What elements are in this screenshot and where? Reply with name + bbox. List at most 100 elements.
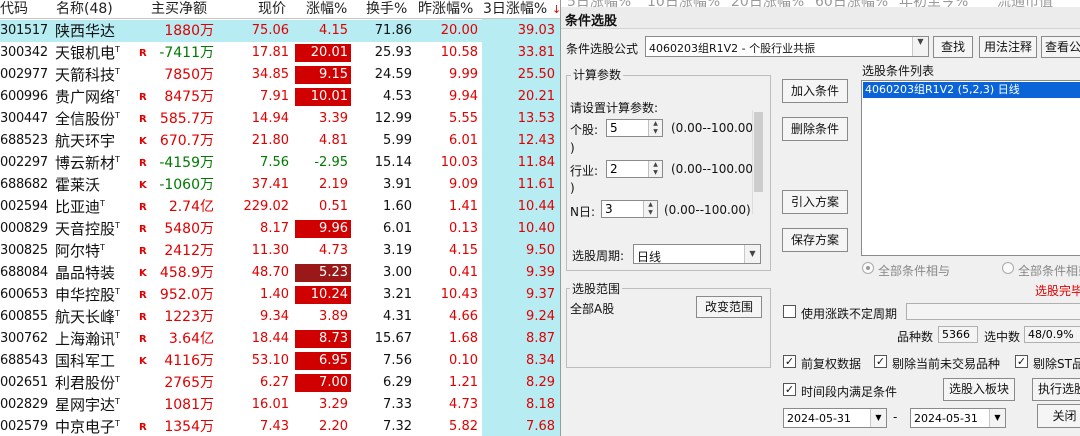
date-separator: - [893, 410, 898, 424]
param-ndays-label: N日: [570, 205, 596, 219]
date-to-picker[interactable]: 2024-05-31 ▼ [910, 408, 1006, 428]
turnover-rate: 4.31 [383, 309, 412, 324]
table-row[interactable]: 002579 中京电子T R 1354万 7.43 2.20 7.32 5.82 7.68 [0, 416, 560, 436]
stock-flag-badge: K [139, 356, 147, 367]
chevron-down-icon: ▼ [989, 409, 1005, 427]
condition-list-item[interactable]: 4060203组R1V2 (5,2,3) 日线 [863, 82, 1080, 98]
table-row[interactable]: 300762 上海瀚讯T R 3.64亿 18.44 8.73 15.67 1.68 8.87 [0, 328, 560, 350]
three-day-change: 8.34 [526, 353, 555, 368]
pre-adjust-checkbox[interactable]: ✓ [783, 355, 796, 368]
param-ndays-spinner[interactable]: 3 ▲ ▼ [601, 200, 658, 218]
spin-up-icon[interactable]: ▲ [649, 120, 662, 128]
spin-down-icon[interactable]: ▼ [644, 209, 657, 217]
stock-code: 600855 [0, 309, 48, 324]
formula-select[interactable]: 4060203组R1V2 - 个股行业共振 ▼ [645, 36, 929, 57]
prev-change: 10.43 [440, 287, 478, 302]
selected-value: 48/0.9% [1024, 326, 1080, 343]
exclude-st-checkbox[interactable]: ✓ [1015, 355, 1028, 368]
time-cond-label: 时间段内满足条件 [801, 385, 898, 399]
prev-change: 5.55 [449, 111, 478, 126]
spin-down-icon[interactable]: ▼ [649, 169, 662, 177]
table-row[interactable]: 002977 天箭科技T 7850万 34.85 9.15 24.59 9.99 25.50 [0, 64, 560, 86]
table-row[interactable]: 002594 比亚迪T R 2.74亿 229.02 0.51 1.60 1.41 10.44 [0, 196, 560, 218]
table-row[interactable]: 300825 阿尔特T R 2412万 11.30 4.73 3.19 4.15 9.50 [0, 240, 560, 262]
table-row[interactable]: 002297 博云新材T R -4159万 7.56 -2.95 15.14 10.03 11.… [0, 152, 560, 174]
add-to-block-button[interactable]: 选股入板块 [943, 378, 1015, 401]
scrollbar-thumb[interactable] [754, 112, 763, 192]
col-header-turnover[interactable]: 换手% [366, 0, 407, 19]
table-row[interactable]: 301517 陕西华达 1880万 75.06 4.15 71.86 20.00 39.03 [0, 20, 560, 42]
change-percent-value: 8.73 [295, 330, 351, 348]
table-row[interactable]: 002829 星网宇达T 1081万 16.01 3.29 7.33 4.73 8.18 [0, 394, 560, 416]
radio-all-or-label: 全部条件相或 [1018, 264, 1080, 278]
delete-condition-button[interactable]: 删除条件 [782, 117, 848, 141]
table-row[interactable]: 688682 霍莱沃 K -1060万 37.41 2.19 3.91 9.09 11.61 [0, 174, 560, 196]
uncertain-period-checkbox[interactable] [783, 305, 796, 318]
net-buy-amount: 952.0万 [159, 287, 214, 303]
table-row[interactable]: 300447 全信股份T R 585.7万 14.94 3.39 12.99 5.55 13.5… [0, 108, 560, 130]
spin-up-icon[interactable]: ▲ [649, 161, 662, 169]
current-price: 21.80 [251, 133, 289, 148]
table-row[interactable]: 688543 国科军工 K 4116万 53.10 6.95 7.56 0.10 8.34 [0, 350, 560, 372]
close-button[interactable]: 关闭 [1037, 404, 1080, 428]
date-from-picker[interactable]: 2024-05-31 ▼ [783, 408, 887, 428]
import-plan-button[interactable]: 引入方案 [782, 190, 848, 214]
net-buy-amount: 3.64亿 [168, 331, 214, 347]
net-buy-amount: 5480万 [164, 221, 214, 237]
table-row[interactable]: 002651 利君股份T 2765万 6.27 7.00 6.29 1.21 8.29 [0, 372, 560, 394]
spin-down-icon[interactable]: ▼ [649, 128, 662, 136]
table-row[interactable]: 300342 天银机电T R -7411万 17.81 20.01 25.93 10.58 33… [0, 42, 560, 64]
current-price: 7.43 [260, 419, 289, 434]
stock-code: 002829 [0, 397, 48, 412]
exclude-untraded-checkbox[interactable]: ✓ [874, 355, 887, 368]
stock-code: 002594 [0, 199, 48, 214]
spin-up-icon[interactable]: ▲ [644, 201, 657, 209]
usage-note-button[interactable]: 用法注释 [979, 36, 1037, 58]
change-percent: 3.89 [295, 306, 351, 328]
col-header-code[interactable]: 代码 [0, 0, 28, 19]
param-industry-spinner[interactable]: 2 ▲ ▼ [606, 160, 663, 178]
table-row[interactable]: 000829 天音控股T R 5480万 8.17 9.96 6.01 0.13 10.40 [0, 218, 560, 240]
turnover-rate: 3.21 [383, 287, 412, 302]
stock-flag-badge: R [139, 334, 147, 345]
view-formula-button[interactable]: 查看公 [1041, 36, 1080, 58]
table-row[interactable]: 600653 申华控股T R 952.0万 1.40 10.24 3.21 10.43 9.37 [0, 284, 560, 306]
status-done: 选股完毕 [1035, 284, 1080, 298]
save-plan-button[interactable]: 保存方案 [782, 228, 848, 252]
stock-flag-badge: R [139, 246, 147, 257]
col-header-net-buy[interactable]: 主买净额 [151, 0, 207, 19]
period-select[interactable]: 日线 ▼ [633, 244, 761, 264]
col-header-3day-change[interactable]: 3日涨幅% [483, 0, 553, 19]
dialog-titlebar[interactable]: 条件选股 [561, 7, 1080, 29]
find-button[interactable]: 查找 [933, 36, 973, 58]
table-row[interactable]: 688084 晶品特装 K 458.9万 48.70 5.23 3.00 0.41 9.39 [0, 262, 560, 284]
turnover-rate: 24.59 [374, 67, 412, 82]
table-row[interactable]: 688523 航天环宇 K 670.7万 21.80 4.81 5.99 6.01 12.43 [0, 130, 560, 152]
three-day-change: 20.21 [517, 89, 555, 104]
change-percent: 2.19 [295, 174, 351, 196]
col-header-price[interactable]: 现价 [258, 0, 286, 19]
params-scrollbar[interactable] [752, 110, 764, 214]
current-price: 53.10 [251, 353, 289, 368]
change-percent-value: 10.24 [295, 286, 351, 304]
col-header-prev-change[interactable]: 昨涨幅% [418, 0, 473, 19]
net-buy-amount: 1223万 [164, 309, 214, 325]
time-cond-checkbox[interactable]: ✓ [783, 383, 796, 396]
radio-all-and[interactable] [862, 262, 874, 274]
change-range-button[interactable]: 改变范围 [696, 296, 762, 318]
radio-all-or[interactable] [1002, 262, 1014, 274]
condition-listbox[interactable]: 4060203组R1V2 (5,2,3) 日线 [861, 80, 1080, 256]
stock-name-text: 博云新材 [55, 154, 116, 172]
stock-flag-badge: R [139, 290, 147, 301]
add-condition-button[interactable]: 加入条件 [782, 79, 848, 103]
chevron-down-icon: ▼ [870, 409, 886, 427]
col-header-name[interactable]: 名称(48) [56, 0, 113, 19]
stock-name: 航天环宇 [55, 130, 137, 152]
param-stock-spinner[interactable]: 5 ▲ ▼ [606, 119, 663, 137]
three-day-change: 25.50 [517, 67, 555, 82]
col-header-change[interactable]: 涨幅% [306, 0, 347, 19]
table-row[interactable]: 600855 航天长峰T R 1223万 9.34 3.89 4.31 4.66 9.24 [0, 306, 560, 328]
table-row[interactable]: 600996 贵广网络T R 8475万 7.91 10.01 4.53 9.94 20.21 [0, 86, 560, 108]
three-day-change: 9.39 [526, 265, 555, 280]
execute-select-button[interactable]: 执行选股 [1032, 378, 1080, 401]
